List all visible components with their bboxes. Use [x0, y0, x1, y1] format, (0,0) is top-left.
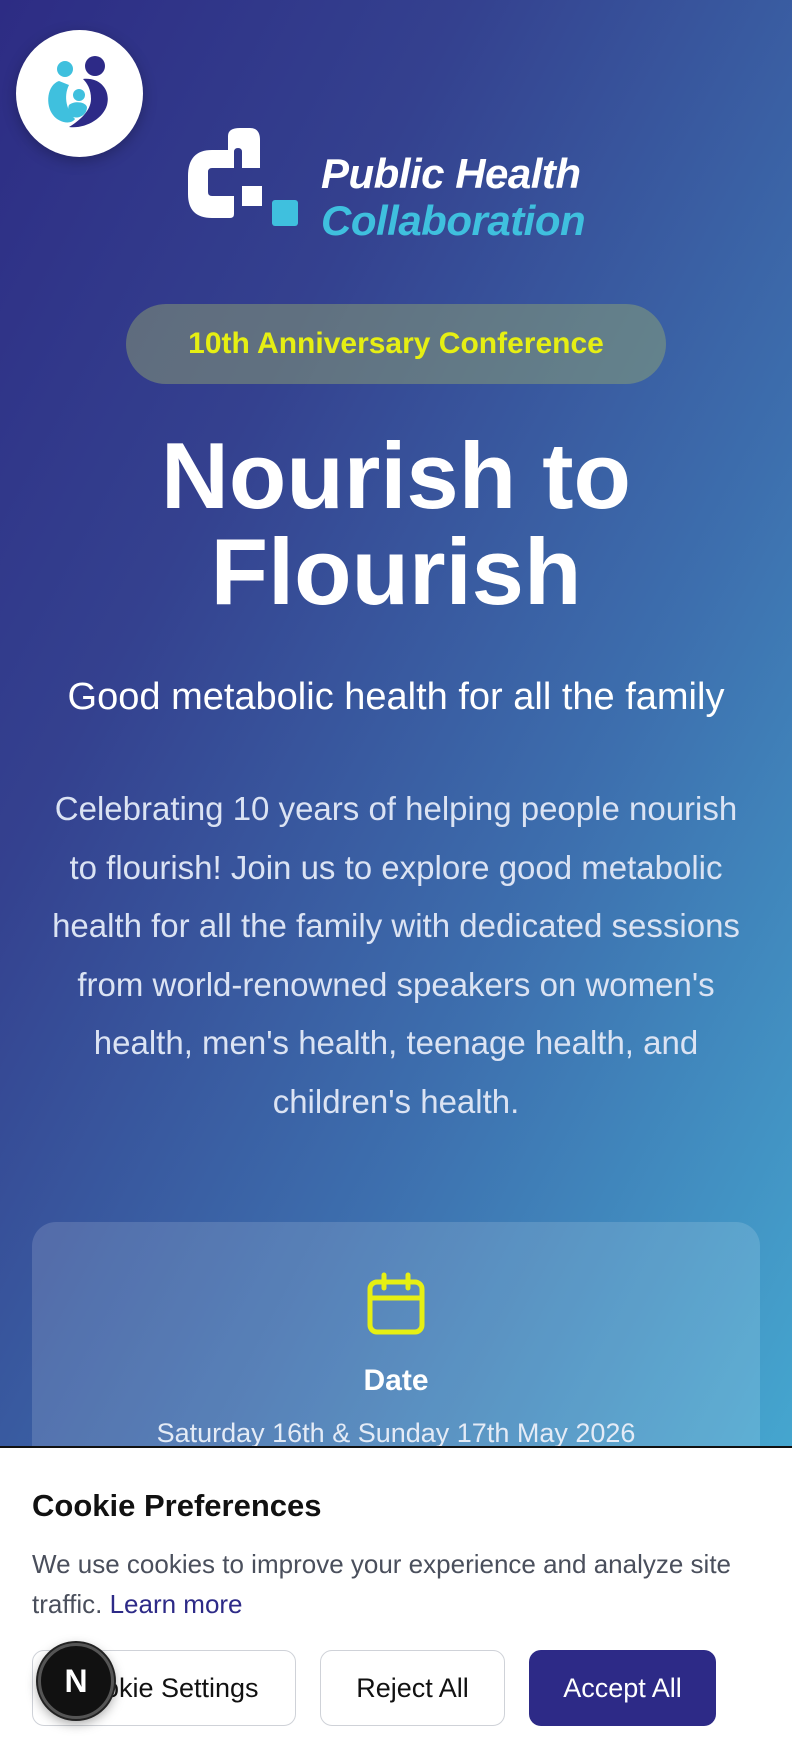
cookie-title: Cookie Preferences — [32, 1488, 322, 1523]
accept-all-button[interactable]: Accept All — [529, 1650, 716, 1726]
date-card: Date Saturday 16th & Sunday 17th May 202… — [32, 1222, 760, 1447]
health-cross-icon — [188, 128, 298, 226]
anniversary-badge: 10th Anniversary Conference — [126, 304, 666, 384]
cookie-description: We use cookies to improve your experienc… — [32, 1544, 752, 1624]
date-label: Date — [363, 1364, 429, 1397]
reject-all-button[interactable]: Reject All — [320, 1650, 505, 1726]
learn-more-link[interactable]: Learn more — [110, 1589, 243, 1619]
brand-name-line1: Public Health — [321, 150, 581, 197]
title-line-1: Nourish to — [161, 423, 631, 528]
brand-name-line2: Collaboration — [321, 197, 586, 244]
family-logo-button[interactable] — [16, 30, 143, 157]
intro-paragraph: Celebrating 10 years of helping people n… — [52, 790, 740, 1120]
family-icon — [47, 55, 108, 127]
page-title: Nourish to Flourish — [0, 428, 792, 620]
cookie-banner: Cookie Preferences We use cookies to imp… — [0, 1446, 792, 1756]
page-subtitle: Good metabolic health for all the family — [67, 676, 725, 718]
date-value: Saturday 16th & Sunday 17th May 2026 — [156, 1418, 636, 1447]
calendar-icon — [367, 1272, 425, 1335]
hero-section: Public Health Collaboration 10th Anniver… — [0, 0, 792, 1447]
brand-logo[interactable]: Public Health Collaboration — [188, 128, 608, 244]
dev-tools-badge[interactable]: N — [38, 1643, 114, 1719]
title-line-2: Flourish — [210, 519, 582, 624]
